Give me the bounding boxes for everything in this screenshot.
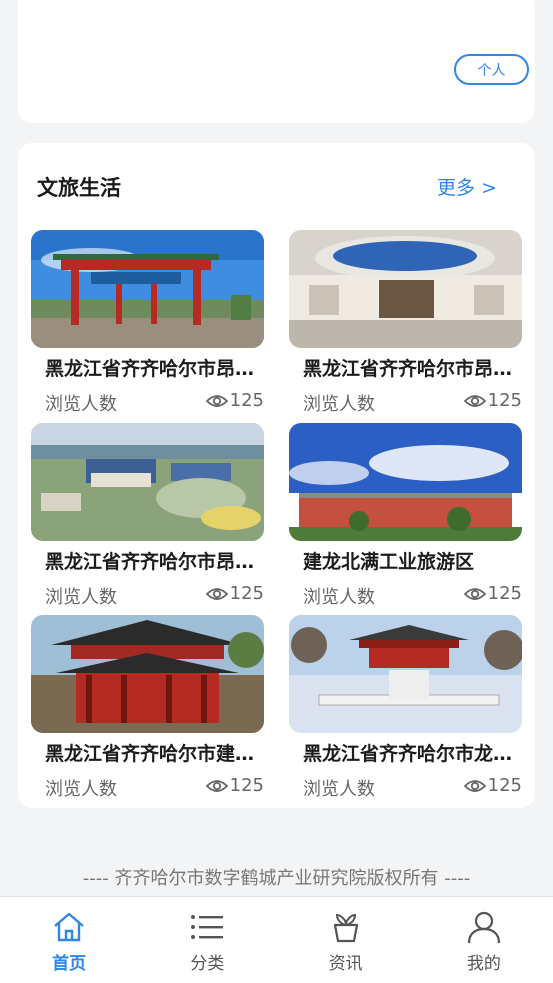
copyright-note: ---- 齐齐哈尔市数字鹤城产业研究院版权所有 ---- <box>82 868 471 889</box>
more-link[interactable]: 更多 > <box>437 173 497 200</box>
tile-views: 125 <box>205 390 264 411</box>
tile-views-label: 浏览人数 <box>45 587 117 608</box>
tile-card[interactable]: 黑龙江省齐齐哈尔市建华区... 浏览人数 125 <box>31 615 273 800</box>
tile-views: 125 <box>463 583 522 604</box>
tile-card[interactable]: 黑龙江省齐齐哈尔市昂昂溪区... 浏览人数 125 <box>31 230 273 415</box>
tile-image <box>31 615 264 733</box>
tile-card[interactable]: 黑龙江省齐齐哈尔市昂昂溪区... 浏览人数 125 <box>31 423 273 608</box>
tile-image <box>31 423 264 541</box>
tile-views: 125 <box>463 775 522 796</box>
tile-views-count: 125 <box>229 583 264 604</box>
eye-icon <box>205 587 228 600</box>
tile-image <box>289 230 522 348</box>
tile-views: 125 <box>205 775 264 796</box>
tile-title: 黑龙江省齐齐哈尔市龙沙区... <box>303 743 531 765</box>
eye-icon <box>463 587 486 600</box>
tile-views-label: 浏览人数 <box>303 394 375 415</box>
tile-views-count: 125 <box>487 390 522 411</box>
home-icon <box>54 912 84 942</box>
tile-title: 黑龙江省齐齐哈尔市建华区... <box>45 743 273 765</box>
tile-title: 建龙北满工业旅游区 <box>303 551 475 573</box>
sprout-icon <box>333 913 358 943</box>
tile-title: 黑龙江省齐齐哈尔市昂昂溪区... <box>45 358 273 380</box>
tile-image <box>289 423 522 541</box>
eye-icon <box>205 779 228 792</box>
tab-category[interactable]: 分类 <box>138 897 276 983</box>
tab-label: 我的 <box>466 954 501 974</box>
tab-news[interactable]: 资讯 <box>277 897 415 983</box>
tile-views-count: 125 <box>229 775 264 796</box>
tile-card[interactable]: 黑龙江省齐齐哈尔市昂昂溪区... 浏览人数 125 <box>289 230 531 415</box>
tile-views-label: 浏览人数 <box>45 779 117 800</box>
personal-button[interactable]: 个人 <box>454 54 529 85</box>
tile-image <box>31 230 264 348</box>
tab-home[interactable]: 首页 <box>0 897 138 983</box>
tab-label: 分类 <box>190 954 225 974</box>
tile-title: 黑龙江省齐齐哈尔市昂昂溪区... <box>45 551 273 573</box>
tile-views-label: 浏览人数 <box>303 779 375 800</box>
tab-mine[interactable]: 我的 <box>415 897 553 983</box>
tab-label: 首页 <box>52 954 87 974</box>
list-icon <box>191 915 224 939</box>
tile-image <box>289 615 522 733</box>
tile-views: 125 <box>205 583 264 604</box>
tile-views: 125 <box>463 390 522 411</box>
user-icon <box>467 911 500 944</box>
eye-icon <box>463 394 486 407</box>
tile-views-label: 浏览人数 <box>45 394 117 415</box>
section-title: 文旅生活 <box>37 176 121 200</box>
tile-views-count: 125 <box>487 775 522 796</box>
eye-icon <box>463 779 486 792</box>
tab-label: 资讯 <box>328 954 363 974</box>
tile-views-count: 125 <box>487 583 522 604</box>
tile-views-count: 125 <box>229 390 264 411</box>
eye-icon <box>205 394 228 407</box>
tile-title: 黑龙江省齐齐哈尔市昂昂溪区... <box>303 358 531 380</box>
tile-views-label: 浏览人数 <box>303 587 375 608</box>
bottom-tab-bar: 首页 分类 资讯 我的 <box>0 896 553 983</box>
tile-card[interactable]: 建龙北满工业旅游区 浏览人数 125 <box>289 423 522 608</box>
tile-card[interactable]: 黑龙江省齐齐哈尔市龙沙区... 浏览人数 125 <box>289 615 531 800</box>
